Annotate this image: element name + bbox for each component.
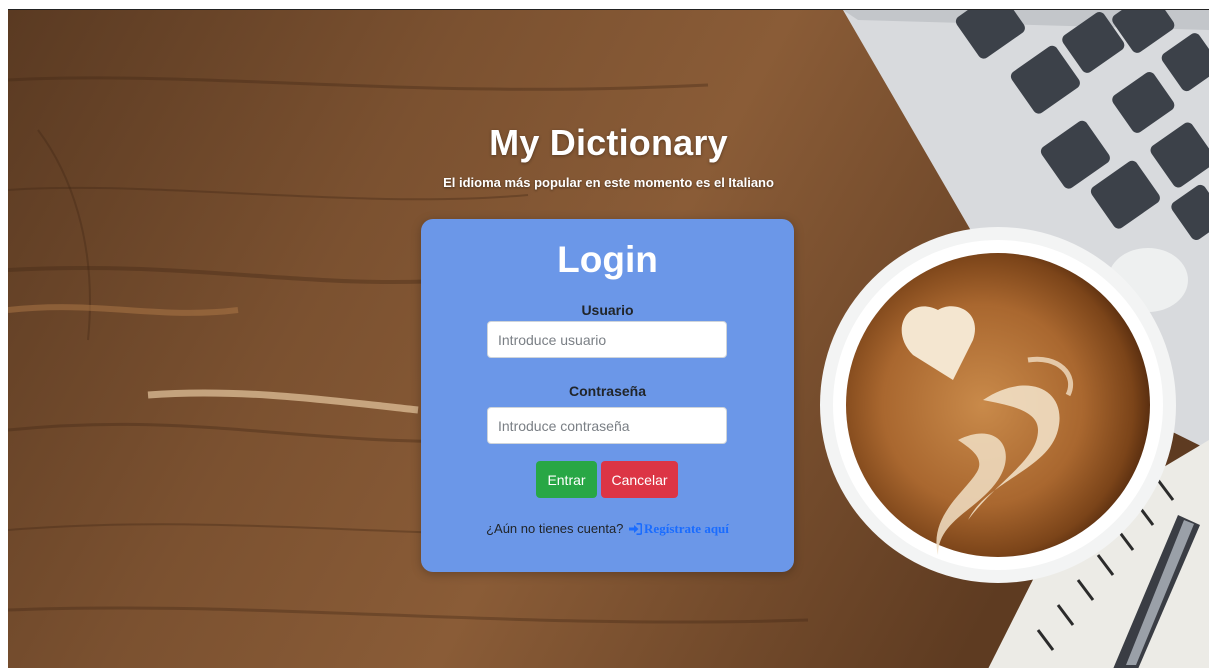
enter-button[interactable]: Entrar — [536, 461, 597, 498]
page-frame: My Dictionary El idioma más popular en e… — [8, 9, 1209, 668]
login-card: Login Usuario Contraseña Entrar Cancelar… — [421, 219, 794, 572]
password-label: Contraseña — [568, 383, 647, 399]
app-title: My Dictionary — [489, 122, 728, 163]
login-title: Login — [557, 239, 658, 280]
cancel-button[interactable]: Cancelar — [601, 461, 678, 498]
username-input[interactable] — [487, 321, 727, 358]
popular-language-message: El idioma más popular en este momento es… — [443, 175, 774, 190]
register-link-label: Regístrate aquí — [644, 521, 729, 536]
sign-in-icon — [629, 523, 643, 539]
register-row: ¿Aún no tienes cuenta? Regístrate aquí — [421, 521, 794, 539]
no-account-text: ¿Aún no tienes cuenta? — [486, 521, 624, 536]
username-label: Usuario — [581, 302, 634, 318]
register-link[interactable]: Regístrate aquí — [627, 521, 729, 536]
password-input[interactable] — [487, 407, 727, 444]
